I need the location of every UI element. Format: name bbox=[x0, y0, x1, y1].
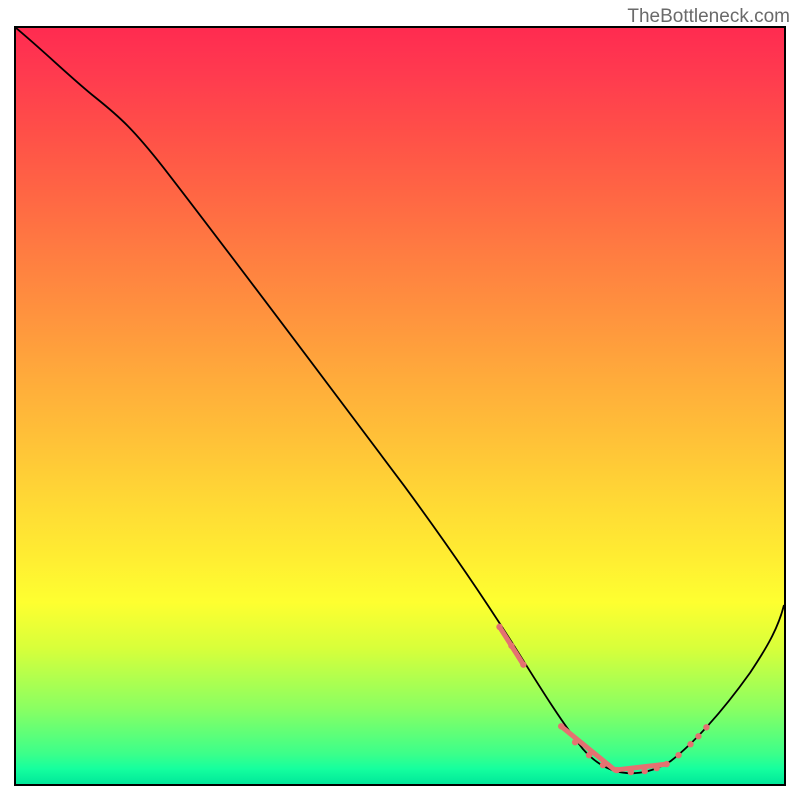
watermark-text: TheBottleneck.com bbox=[627, 6, 790, 28]
highlight-dots-group bbox=[496, 624, 709, 776]
dot bbox=[520, 661, 526, 667]
dot bbox=[642, 768, 648, 774]
dot bbox=[663, 761, 669, 767]
dot bbox=[496, 624, 502, 630]
bottleneck-curve-line bbox=[16, 28, 784, 773]
dot bbox=[614, 767, 620, 773]
dot bbox=[558, 723, 564, 729]
dot bbox=[600, 762, 606, 768]
dot bbox=[687, 741, 693, 747]
chart-svg bbox=[16, 28, 784, 784]
dot bbox=[703, 724, 709, 730]
highlight-segment-bottom bbox=[561, 726, 666, 770]
dot bbox=[653, 765, 659, 771]
chart-plot-area bbox=[14, 26, 786, 786]
dot bbox=[695, 733, 701, 739]
dot bbox=[508, 643, 514, 649]
dot bbox=[628, 769, 634, 775]
dot bbox=[586, 752, 592, 758]
dot bbox=[675, 752, 681, 758]
dot bbox=[572, 739, 578, 745]
